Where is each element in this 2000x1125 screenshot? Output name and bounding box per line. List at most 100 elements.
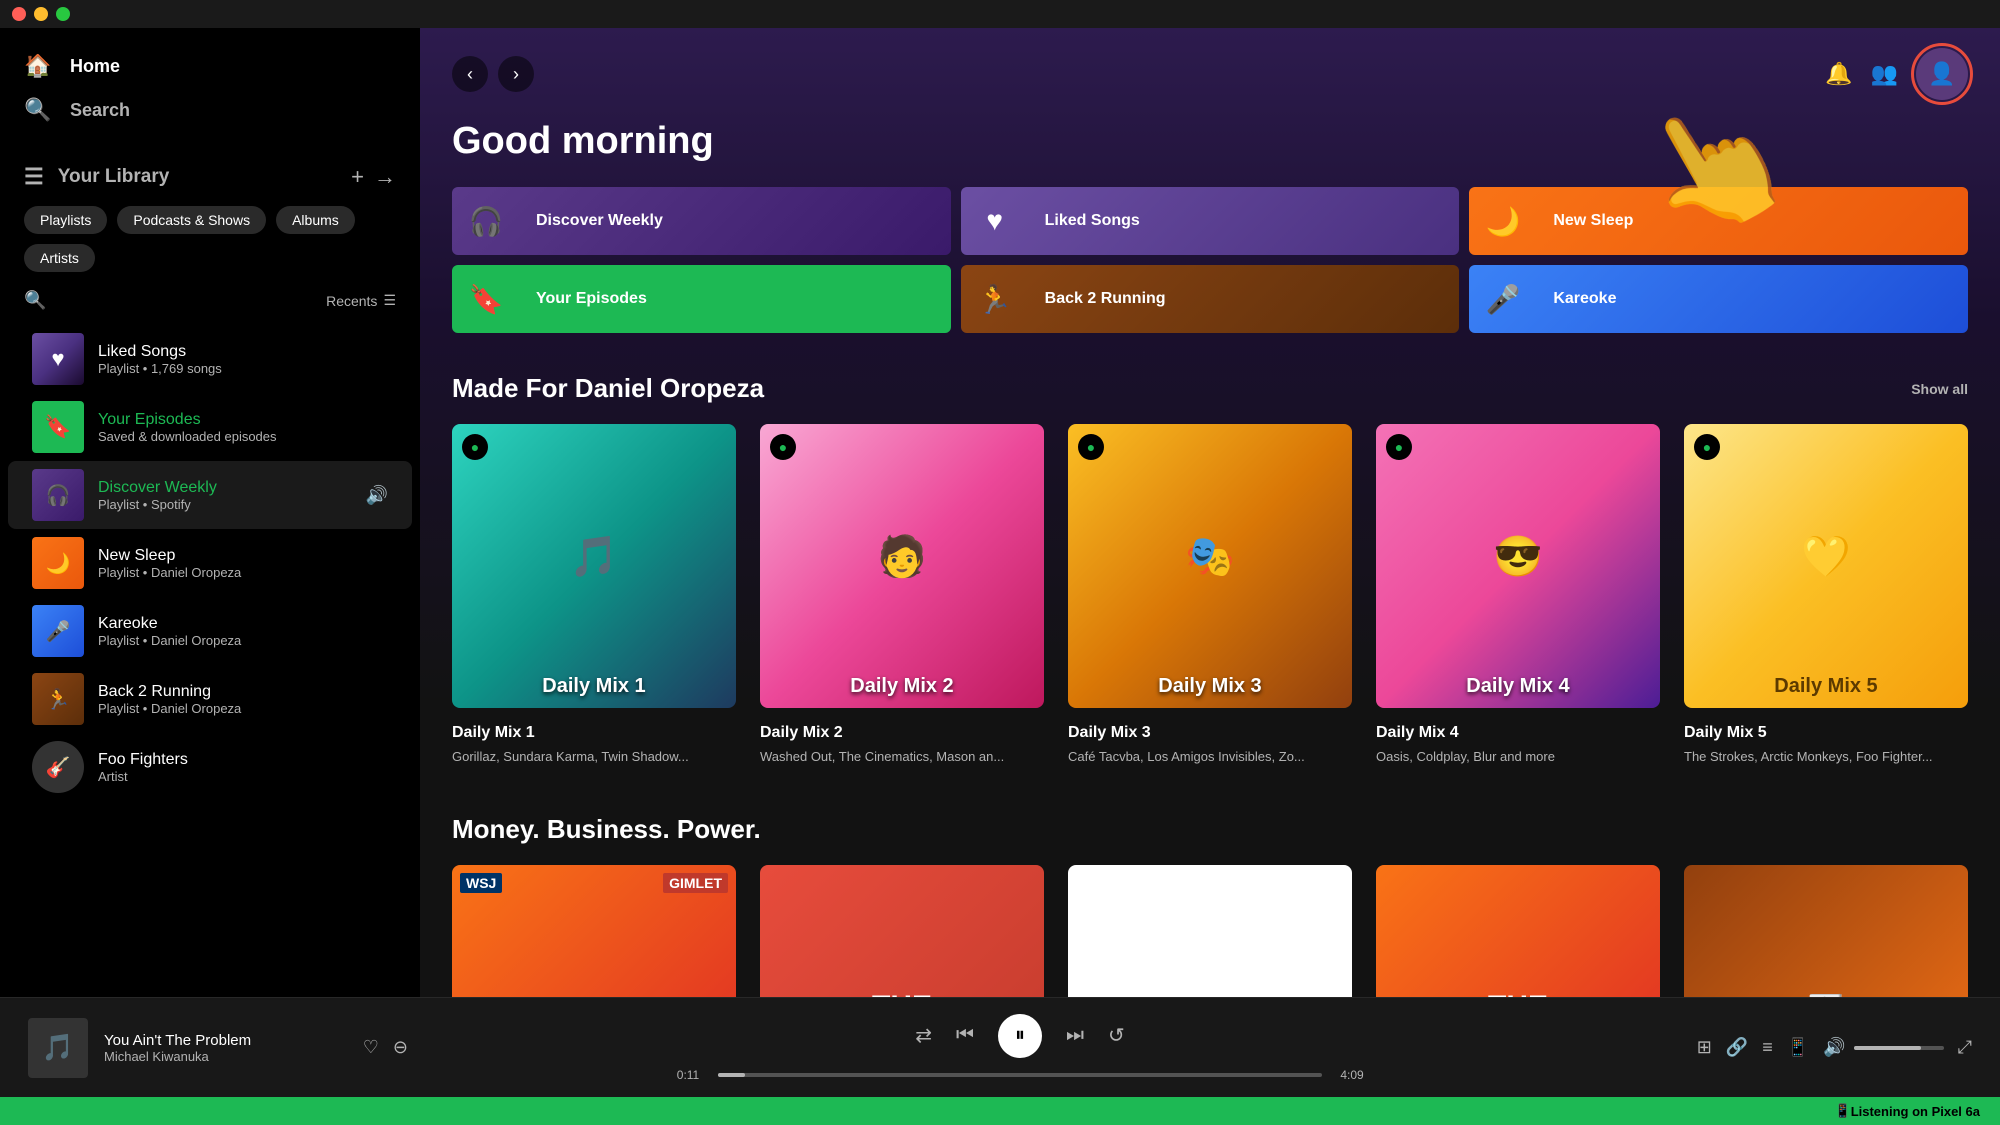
card-daily-mix-2[interactable]: Daily Mix 2 🧑 ● ▶ Daily Mix 2 Washed Out… bbox=[760, 424, 1044, 766]
minimize-button[interactable] bbox=[34, 7, 48, 21]
card-podcast-2[interactable]: THE ▶ bbox=[760, 865, 1044, 997]
friends-button[interactable]: 👥 bbox=[1871, 61, 1898, 87]
play-pause-button[interactable]: ⏸ bbox=[998, 1014, 1042, 1058]
money-section-title: Money. Business. Power. bbox=[452, 814, 761, 845]
library-item-new-sleep[interactable]: 🌙 New Sleep Playlist • Daniel Oropeza bbox=[8, 529, 412, 597]
new-sleep-info: New Sleep Playlist • Daniel Oropeza bbox=[98, 547, 388, 580]
quick-kareoke-name: Kareoke bbox=[1537, 290, 1632, 308]
sidebar-search-label: Search bbox=[70, 100, 130, 121]
quick-back2run-img: 🏃 bbox=[961, 265, 1029, 333]
search-icon: 🔍 bbox=[24, 96, 52, 124]
shuffle-button[interactable]: ⇄ bbox=[915, 1023, 932, 1048]
kareoke-sub: Playlist • Daniel Oropeza bbox=[98, 633, 388, 648]
connect-button[interactable]: 🔗 bbox=[1726, 1037, 1748, 1058]
podcast-3-artwork: Spotify WSJ bbox=[1068, 865, 1352, 997]
now-playing-bar: 🎵 You Ain't The Problem Michael Kiwanuka… bbox=[0, 997, 2000, 1097]
money-grid: WSJ GIMLET ▶ THE ▶ bbox=[452, 865, 1968, 997]
queue-button[interactable]: ⊞ bbox=[1697, 1037, 1712, 1058]
filter-tab-playlists[interactable]: Playlists bbox=[24, 206, 107, 234]
library-expand-button[interactable]: → bbox=[374, 164, 396, 190]
quick-discover-name: Discover Weekly bbox=[520, 212, 679, 230]
liked-songs-name: Liked Songs bbox=[98, 343, 388, 361]
quick-episodes-name: Your Episodes bbox=[520, 290, 663, 308]
library-item-liked-songs[interactable]: ♥ Liked Songs Playlist • 1,769 songs bbox=[8, 325, 412, 393]
main-header: ‹ › 🔔 👥 👤 👆 bbox=[420, 28, 2000, 120]
new-sleep-name: New Sleep bbox=[98, 547, 388, 565]
back-button[interactable]: ‹ bbox=[452, 56, 488, 92]
library-item-kareoke[interactable]: 🎤 Kareoke Playlist • Daniel Oropeza bbox=[8, 597, 412, 665]
notifications-button[interactable]: 🔔 bbox=[1825, 61, 1852, 87]
quick-item-new-sleep[interactable]: 🌙 New Sleep bbox=[1469, 187, 1968, 255]
library-item-back2running[interactable]: 🏃 Back 2 Running Playlist • Daniel Orope… bbox=[8, 665, 412, 733]
previous-button[interactable]: ⏮ bbox=[956, 1024, 974, 1047]
discover-weekly-info: Discover Weekly Playlist • Spotify bbox=[98, 479, 352, 512]
search-recents-bar: 🔍 Recents ☰ bbox=[0, 280, 420, 321]
now-playing-title: You Ain't The Problem bbox=[104, 1032, 347, 1049]
repeat-button[interactable]: ↺ bbox=[1108, 1023, 1125, 1048]
foo-fighters-sub: Artist bbox=[98, 769, 388, 784]
discover-weekly-sub: Playlist • Spotify bbox=[98, 497, 352, 512]
add-to-playlist-button[interactable]: ⊖ bbox=[393, 1037, 408, 1058]
quick-item-liked-songs[interactable]: ♥ Liked Songs bbox=[961, 187, 1460, 255]
forward-button[interactable]: › bbox=[498, 56, 534, 92]
card-daily-mix-4[interactable]: Daily Mix 4 😎 ● ▶ Daily Mix 4 Oasis, Col… bbox=[1376, 424, 1660, 766]
quick-item-discover-weekly[interactable]: 🎧 Discover Weekly bbox=[452, 187, 951, 255]
like-button[interactable]: ♡ bbox=[363, 1037, 379, 1058]
quick-back2run-name: Back 2 Running bbox=[1029, 290, 1182, 308]
filter-tab-podcasts[interactable]: Podcasts & Shows bbox=[117, 206, 266, 234]
library-search-button[interactable]: 🔍 bbox=[24, 290, 46, 311]
card-daily-mix-3[interactable]: Daily Mix 3 🎭 ● ▶ Daily Mix 3 Café Tacvb… bbox=[1068, 424, 1352, 766]
made-for-show-all[interactable]: Show all bbox=[1911, 381, 1968, 397]
library-title-group: ☰ Your Library bbox=[24, 164, 169, 190]
next-button[interactable]: ⏭ bbox=[1066, 1024, 1084, 1047]
volume-bar: 🔊 bbox=[1823, 1037, 1943, 1058]
card-daily-mix-1[interactable]: Daily Mix 1 🎵 ● ▶ Daily Mix 1 Gorillaz, … bbox=[452, 424, 736, 766]
back2running-info: Back 2 Running Playlist • Daniel Oropeza bbox=[98, 683, 388, 716]
lyrics-button[interactable]: ≡ bbox=[1762, 1037, 1773, 1058]
back2running-sub: Playlist • Daniel Oropeza bbox=[98, 701, 388, 716]
progress-track[interactable] bbox=[718, 1073, 1322, 1077]
card-podcast-1[interactable]: WSJ GIMLET ▶ bbox=[452, 865, 736, 997]
main-scroll[interactable]: Good morning 🎧 Discover Weekly ♥ Liked S… bbox=[420, 120, 2000, 997]
sidebar-item-home[interactable]: 🏠 Home bbox=[24, 44, 396, 88]
volume-track[interactable] bbox=[1854, 1046, 1944, 1050]
library-title: Your Library bbox=[58, 166, 170, 188]
library-item-your-episodes[interactable]: 🔖 Your Episodes Saved & downloaded episo… bbox=[8, 393, 412, 461]
close-button[interactable] bbox=[12, 7, 26, 21]
maximize-button[interactable] bbox=[56, 7, 70, 21]
daily-mix-5-sub: The Strokes, Arctic Monkeys, Foo Fighter… bbox=[1684, 748, 1968, 766]
volume-icon[interactable]: 🔊 bbox=[1823, 1037, 1845, 1058]
card-podcast-5[interactable]: 📰 ▶ bbox=[1684, 865, 1968, 997]
user-avatar[interactable]: 👤 bbox=[1916, 48, 1968, 100]
library-list: ♥ Liked Songs Playlist • 1,769 songs 🔖 Y… bbox=[0, 321, 420, 997]
card-daily-mix-5[interactable]: Daily Mix 5 💛 ● ▶ Daily Mix 5 The Stroke… bbox=[1684, 424, 1968, 766]
foo-fighters-artwork: 🎸 bbox=[32, 741, 84, 793]
device-button[interactable]: 📱 bbox=[1787, 1037, 1809, 1058]
quick-liked-name: Liked Songs bbox=[1029, 212, 1156, 230]
made-for-title: Made For Daniel Oropeza bbox=[452, 373, 764, 404]
quick-kareoke-img: 🎤 bbox=[1469, 265, 1537, 333]
liked-songs-sub: Playlist • 1,769 songs bbox=[98, 361, 388, 376]
filter-tab-albums[interactable]: Albums bbox=[276, 206, 355, 234]
fullscreen-button[interactable]: ⤢ bbox=[1958, 1037, 1972, 1058]
filter-tab-artists[interactable]: Artists bbox=[24, 244, 95, 272]
library-item-discover-weekly[interactable]: 🎧 Discover Weekly Playlist • Spotify 🔊 bbox=[8, 461, 412, 529]
recents-label: Recents ☰ bbox=[326, 292, 396, 309]
card-podcast-3[interactable]: Spotify WSJ ▶ bbox=[1068, 865, 1352, 997]
sidebar-item-search[interactable]: 🔍 Search bbox=[24, 88, 396, 132]
daily-mix-3-badge: ● bbox=[1078, 434, 1104, 460]
daily-mix-1-badge: ● bbox=[462, 434, 488, 460]
liked-songs-info: Liked Songs Playlist • 1,769 songs bbox=[98, 343, 388, 376]
podcast-5-img-wrapper: 📰 ▶ bbox=[1684, 865, 1968, 997]
daily-mix-2-sub: Washed Out, The Cinematics, Mason an... bbox=[760, 748, 1044, 766]
library-item-foo-fighters[interactable]: 🎸 Foo Fighters Artist bbox=[8, 733, 412, 801]
quick-item-kareoke[interactable]: 🎤 Kareoke bbox=[1469, 265, 1968, 333]
money-section-header: Money. Business. Power. bbox=[452, 814, 1968, 845]
quick-item-your-episodes[interactable]: 🔖 Your Episodes bbox=[452, 265, 951, 333]
quick-item-back2running[interactable]: 🏃 Back 2 Running bbox=[961, 265, 1460, 333]
card-podcast-4[interactable]: THE ▶ bbox=[1376, 865, 1660, 997]
greeting-text: Good morning bbox=[452, 120, 1968, 163]
your-library-header: ☰ Your Library + → bbox=[0, 148, 420, 198]
library-add-button[interactable]: + bbox=[351, 164, 364, 190]
status-bar: 📱 Listening on Pixel 6a bbox=[0, 1097, 2000, 1125]
